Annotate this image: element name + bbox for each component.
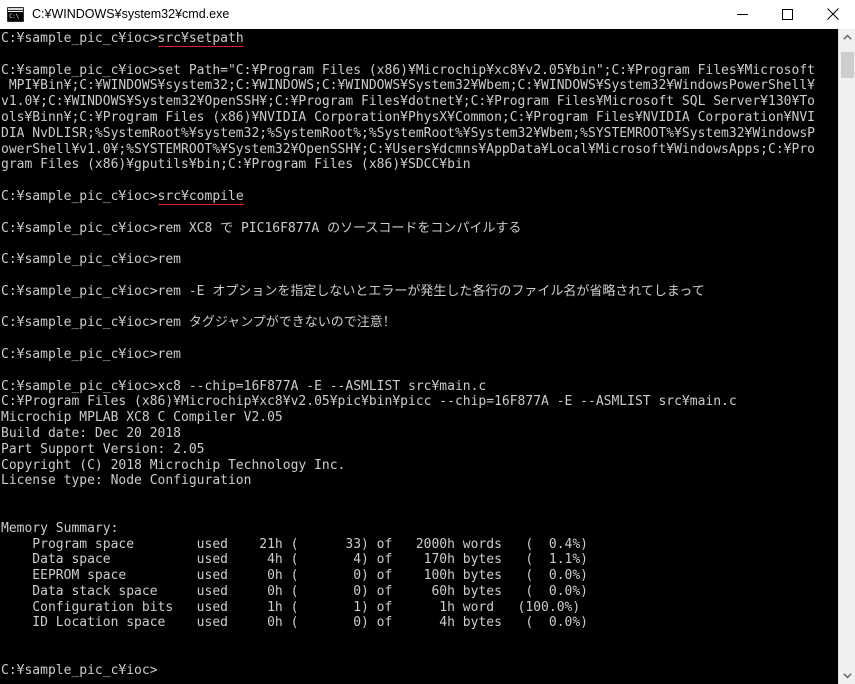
title-bar[interactable]: C:\ C:¥WINDOWS¥system32¥cmd.exe [0, 0, 855, 29]
cmd-window: C:\ C:¥WINDOWS¥system32¥cmd.exe C:¥sampl… [0, 0, 855, 684]
console-line: C:¥sample_pic_c¥ioc>rem -E オプションを指定しないとエ… [1, 283, 705, 299]
console-line: Build date: Dec 20 2018 [1, 425, 182, 441]
console-line: Microchip MPLAB XC8 C Compiler V2.05 [1, 410, 283, 426]
console-line: Copyright (C) 2018 Microchip Technology … [1, 457, 346, 473]
window-title: C:¥WINDOWS¥system32¥cmd.exe [32, 7, 230, 21]
console-line: DIA NvDLISR;%SystemRoot%¥system32;%Syste… [1, 125, 815, 141]
title-bar-left: C:\ C:¥WINDOWS¥system32¥cmd.exe [0, 6, 720, 22]
console-line: MPI¥Bin¥;C:¥WINDOWS¥system32;C:¥WINDOWS;… [1, 78, 815, 94]
cmd-icon-screen-text: C:\ [8, 11, 23, 21]
cmd-console-icon: C:\ [7, 6, 24, 22]
console-area: C:¥sample_pic_c¥ioc>src¥setpath C:¥sample… [0, 29, 855, 684]
console-line: Configuration bits used 1h ( 1) of 1h wo… [1, 599, 581, 615]
console-line: Memory Summary: [1, 520, 119, 536]
red-underline-highlight [157, 203, 244, 205]
console-line: License type: Node Configuration [1, 473, 252, 489]
console-line: C:¥sample_pic_c¥ioc>xc8 --chip=16F877A -… [1, 378, 487, 394]
console-line: C:¥sample_pic_c¥ioc>set Path="C:¥Program… [1, 62, 815, 78]
console-line: C:¥sample_pic_c¥ioc>src¥setpath [1, 31, 838, 47]
maximize-button[interactable] [765, 0, 810, 29]
console-line: ID Location space used 0h ( 0) of 4h byt… [1, 615, 588, 631]
scrollbar-track[interactable] [838, 46, 855, 667]
console-output[interactable]: C:¥sample_pic_c¥ioc>src¥setpath C:¥sample… [0, 29, 838, 684]
console-line: C:¥sample_pic_c¥ioc>rem XC8 で PIC16F877A… [1, 220, 522, 236]
console-line: Data stack space used 0h ( 0) of 60h byt… [1, 583, 588, 599]
scrollbar-thumb[interactable] [840, 52, 854, 78]
console-line: gram Files (x86)¥gputils¥bin;C:¥Program … [1, 157, 471, 173]
console-prompt: C:¥sample_pic_c¥ioc> [1, 31, 158, 46]
close-button[interactable] [810, 0, 855, 29]
console-line: Data space used 4h ( 4) of 170h bytes ( … [1, 552, 588, 568]
console-line: EEPROM space used 0h ( 0) of 100h bytes … [1, 568, 588, 584]
console-line: C:¥sample_pic_c¥ioc>rem タグジャンプができないので注意！ [1, 315, 396, 331]
scroll-down-arrow-icon[interactable] [838, 667, 855, 684]
console-line-list: C:¥sample_pic_c¥ioc>src¥setpath C:¥sample… [1, 31, 838, 679]
console-line: Program space used 21h ( 33) of 2000h wo… [1, 536, 588, 552]
red-underline-highlight [157, 45, 244, 47]
vertical-scrollbar[interactable] [838, 29, 855, 684]
scroll-up-arrow-icon[interactable] [838, 29, 855, 46]
console-line: v1.0¥;C:¥WINDOWS¥System32¥OpenSSH¥;C:¥Pr… [1, 94, 815, 110]
console-line: C:¥sample_pic_c¥ioc>rem [1, 252, 182, 268]
console-line: C:¥sample_pic_c¥ioc>src¥compile [1, 189, 838, 205]
console-line: Part Support Version: 2.05 [1, 441, 205, 457]
console-prompt: C:¥sample_pic_c¥ioc> [1, 188, 158, 204]
console-line: C:¥sample_pic_c¥ioc>rem [1, 346, 182, 362]
console-command: src¥compile [157, 189, 244, 205]
console-command: src¥setpath [157, 31, 244, 47]
minimize-button[interactable] [720, 0, 765, 29]
console-line: owerShell¥v1.0¥;%SYSTEMROOT%¥System32¥Op… [1, 141, 815, 157]
console-line: C:¥sample_pic_c¥ioc> [1, 662, 158, 678]
console-line: C:¥Program Files (x86)¥Microchip¥xc8¥v2.… [1, 394, 737, 410]
cmd-icon-titlebar [8, 7, 23, 11]
console-line: ols¥Binn¥;C:¥Program Files (x86)¥NVIDIA … [1, 109, 815, 125]
window-controls [720, 0, 855, 29]
